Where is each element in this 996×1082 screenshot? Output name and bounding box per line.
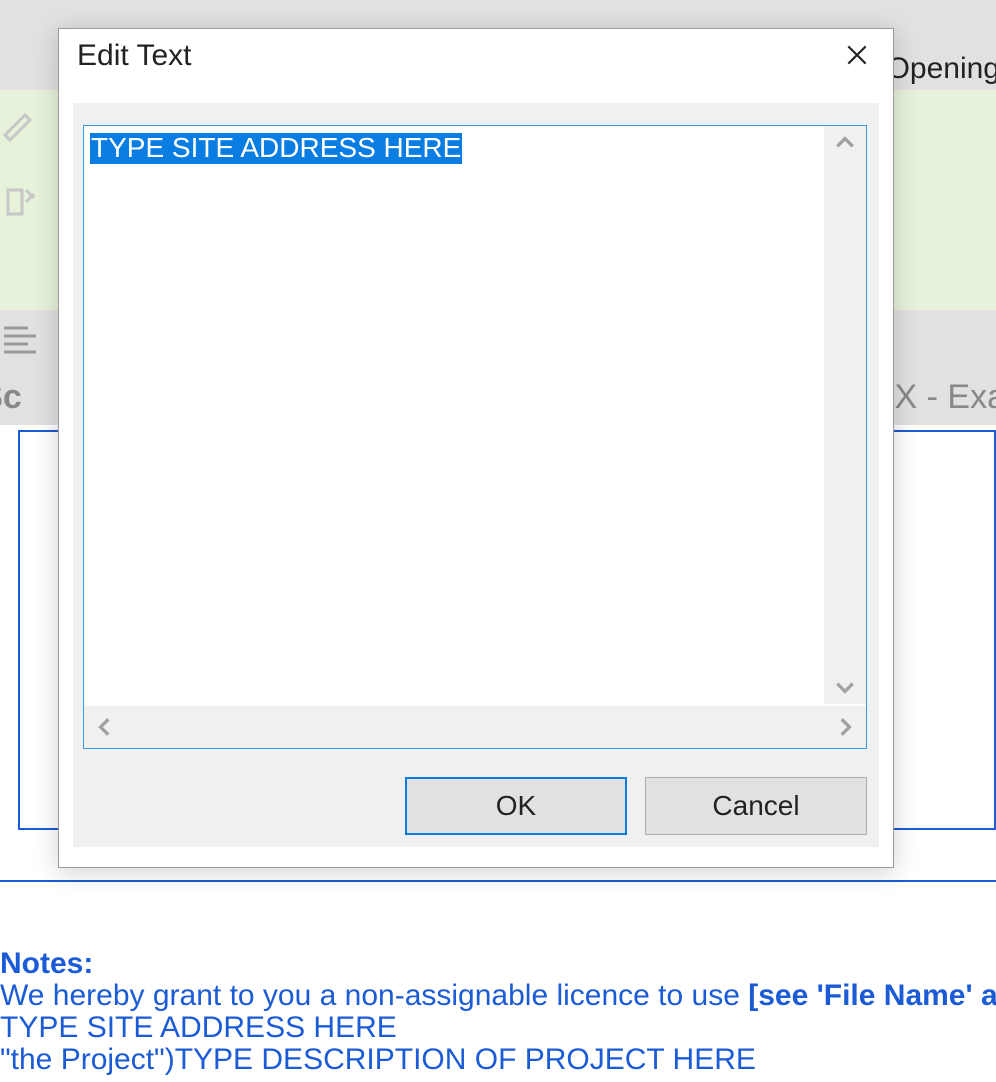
bg-divider (0, 880, 996, 882)
chevron-right-icon (834, 716, 856, 738)
text-editor[interactable]: TYPE SITE ADDRESS HERE (86, 128, 822, 704)
chevron-left-icon (94, 716, 116, 738)
bg-ribbon-icons (0, 105, 52, 305)
notes-line1-bold: [see 'File Name' above] (748, 979, 996, 1012)
bg-notes-block: Notes: We hereby grant to you a non-assi… (0, 948, 996, 1076)
notes-line3-prefix: "the Project") (0, 1043, 175, 1076)
chevron-down-icon (834, 676, 856, 698)
bg-tab-right-fragment: Opening (887, 52, 996, 86)
close-icon (844, 42, 870, 68)
horizontal-scrollbar[interactable] (84, 706, 866, 748)
scroll-down-button[interactable] (834, 676, 856, 698)
dialog-button-row: OK Cancel (405, 777, 867, 837)
dialog-title: Edit Text (77, 39, 192, 72)
text-editor-selection: TYPE SITE ADDRESS HERE (90, 133, 462, 164)
scroll-up-button[interactable] (834, 132, 856, 154)
vertical-scrollbar[interactable] (824, 126, 866, 704)
chevron-up-icon (834, 132, 856, 154)
bg-align-icon (0, 320, 40, 360)
dialog-titlebar: Edit Text (59, 29, 893, 81)
scroll-left-button[interactable] (94, 716, 116, 738)
close-button[interactable] (821, 29, 893, 81)
bg-sub-left-fragment: h Sc (0, 378, 22, 417)
scroll-right-button[interactable] (834, 716, 856, 738)
text-editor-wrap: TYPE SITE ADDRESS HERE (83, 125, 867, 749)
notes-line2: TYPE SITE ADDRESS HERE (0, 1011, 397, 1044)
dialog-client-area: TYPE SITE ADDRESS HERE OK C (73, 103, 879, 847)
edit-text-dialog: Edit Text TYPE SITE ADDRESS HERE (58, 28, 894, 868)
cancel-button[interactable]: Cancel (645, 777, 867, 835)
notes-heading: Notes: (0, 947, 93, 980)
notes-line3-rest: TYPE DESCRIPTION OF PROJECT HERE (175, 1043, 756, 1076)
notes-line1-prefix: We hereby grant to you a non-assignable … (0, 979, 748, 1012)
ok-button[interactable]: OK (405, 777, 627, 835)
